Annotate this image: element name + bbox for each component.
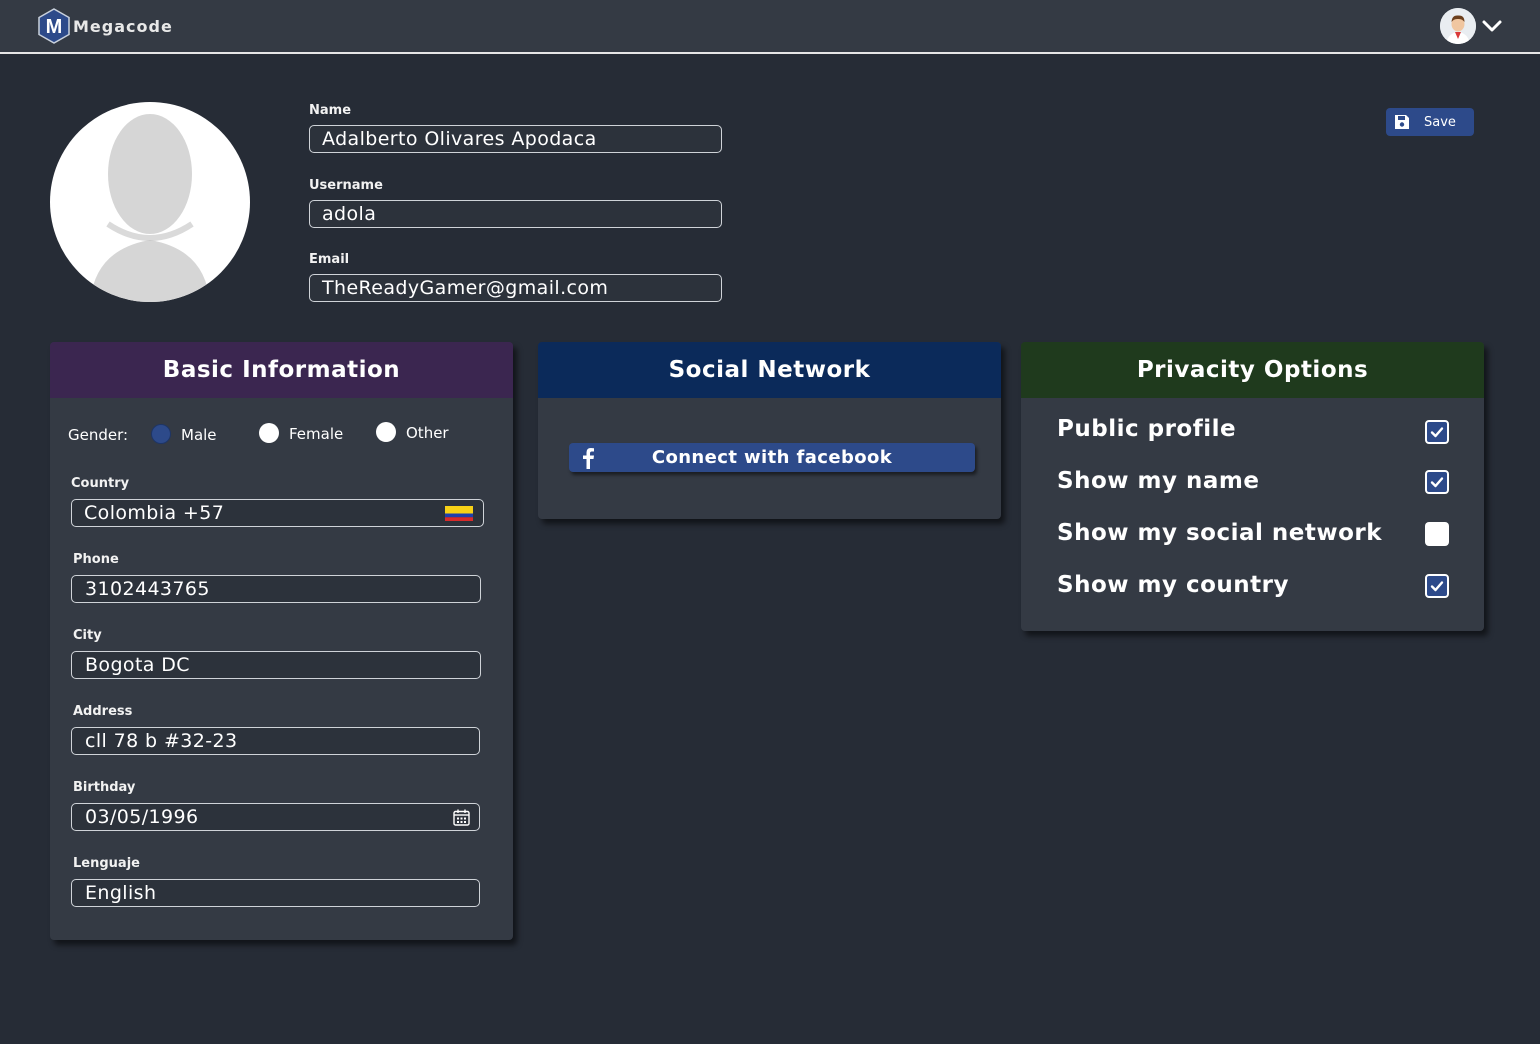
privacy-label-show-social-network: Show my social network <box>1057 520 1383 546</box>
basic-information-title: Basic Information <box>50 342 513 398</box>
gender-radio-male[interactable] <box>151 424 171 444</box>
top-bar: M Megacode <box>0 0 1540 54</box>
facebook-label: Connect with facebook <box>651 447 893 468</box>
default-avatar-icon <box>90 114 210 302</box>
privacy-label-public-profile: Public profile <box>1057 416 1237 442</box>
username-field[interactable]: adola <box>309 200 722 228</box>
checkbox-public-profile[interactable] <box>1425 420 1449 444</box>
city-label: City <box>73 628 102 643</box>
app-name: Megacode <box>73 17 173 36</box>
language-label: Lenguaje <box>73 856 140 871</box>
country-select[interactable]: Colombia +57 <box>71 499 484 527</box>
birthday-label: Birthday <box>73 780 136 795</box>
user-avatar-icon <box>1440 8 1476 44</box>
save-button[interactable]: Save <box>1386 108 1474 136</box>
user-avatar[interactable] <box>1440 8 1476 44</box>
basic-information-card: Basic Information Gender: Male Female Ot… <box>50 342 513 940</box>
address-field[interactable]: cll 78 b #32-23 <box>71 727 480 755</box>
privacy-options-title: Privacity Options <box>1021 342 1484 398</box>
privacy-label-show-country: Show my country <box>1057 572 1289 598</box>
address-label: Address <box>73 704 133 719</box>
chevron-down-icon[interactable] <box>1480 14 1504 38</box>
gender-label: Gender: <box>68 426 129 444</box>
save-label: Save <box>1424 114 1456 130</box>
gender-radio-female[interactable] <box>259 423 279 443</box>
checkmark-icon <box>1430 477 1444 488</box>
checkmark-icon <box>1430 581 1444 592</box>
city-field[interactable]: Bogota DC <box>71 651 481 679</box>
gender-label-male: Male <box>181 426 217 444</box>
email-label: Email <box>309 252 350 267</box>
phone-field[interactable]: 3102443765 <box>71 575 481 603</box>
social-network-card: Social Network Connect with facebook <box>538 342 1001 519</box>
phone-label: Phone <box>73 552 119 567</box>
privacy-label-show-name: Show my name <box>1057 468 1260 494</box>
checkbox-show-country[interactable] <box>1425 574 1449 598</box>
name-label: Name <box>309 103 352 118</box>
social-network-title: Social Network <box>538 342 1001 398</box>
country-label: Country <box>71 476 130 491</box>
megacode-logo[interactable]: M <box>36 8 72 44</box>
connect-facebook-button[interactable]: Connect with facebook <box>569 443 975 472</box>
checkmark-icon <box>1430 427 1444 438</box>
name-field[interactable]: Adalberto Olivares Apodaca <box>309 125 722 153</box>
floppy-disk-icon <box>1395 115 1409 129</box>
gender-radio-other[interactable] <box>376 422 396 442</box>
username-label: Username <box>309 178 383 193</box>
gender-label-female: Female <box>289 425 344 443</box>
profile-photo[interactable] <box>50 102 250 302</box>
logo-letter: M <box>46 16 63 38</box>
checkbox-show-name[interactable] <box>1425 470 1449 494</box>
language-field[interactable]: English <box>71 879 480 907</box>
facebook-icon <box>583 448 594 469</box>
email-field[interactable]: TheReadyGamer@gmail.com <box>309 274 722 302</box>
birthday-value: 03/05/1996 <box>85 806 199 828</box>
country-value: Colombia +57 <box>84 502 225 524</box>
privacy-options-card: Privacity Options Public profile Show my… <box>1021 342 1484 631</box>
colombia-flag-icon <box>445 506 473 521</box>
checkbox-show-social-network[interactable] <box>1425 522 1449 546</box>
calendar-icon[interactable] <box>453 809 470 826</box>
gender-label-other: Other <box>406 424 449 442</box>
birthday-field[interactable]: 03/05/1996 <box>71 803 480 831</box>
